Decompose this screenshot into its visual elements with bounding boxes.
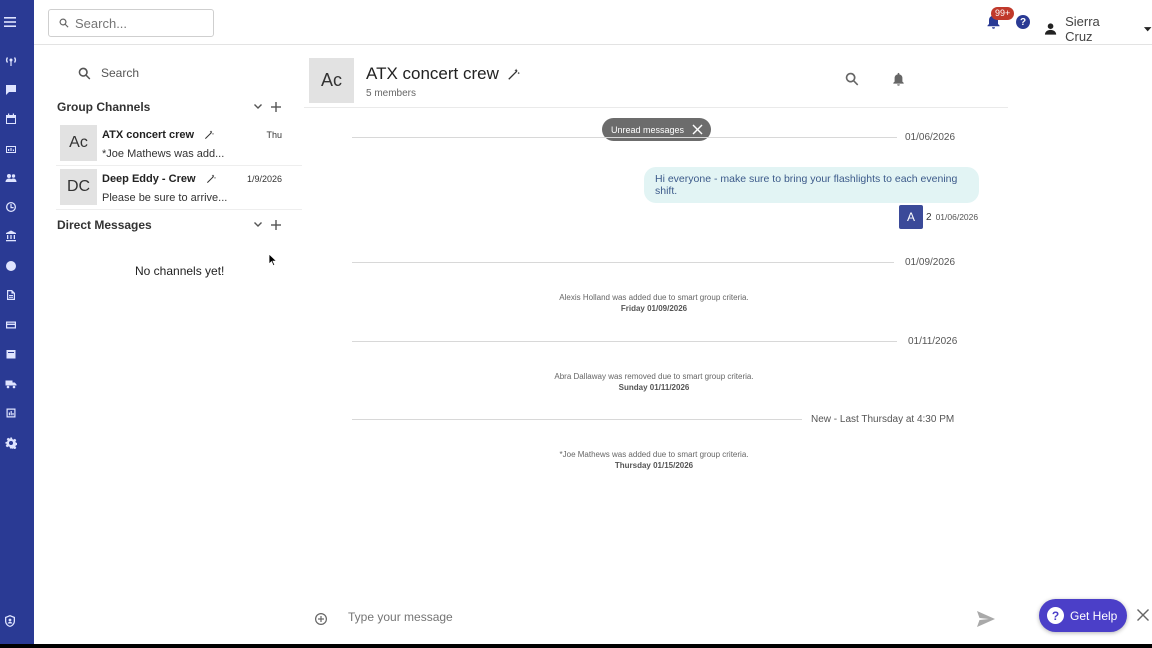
direct-messages-title: Direct Messages [57, 218, 152, 232]
divider [56, 209, 302, 210]
global-search-input[interactable] [75, 15, 195, 31]
truck-icon[interactable] [4, 377, 18, 391]
system-message: Abra Dallaway was removed due to smart g… [554, 372, 754, 392]
channel-avatar: Ac [60, 125, 97, 161]
divider [56, 165, 302, 166]
channel-avatar: Ac [309, 58, 354, 103]
channel-date: 1/9/2026 [246, 174, 282, 184]
message-date: 01/06/2026 [935, 212, 979, 222]
search-icon [78, 67, 91, 79]
close-icon [1137, 609, 1149, 621]
new-divider-line [352, 419, 802, 420]
message-composer [304, 602, 1004, 638]
date-divider-label: 01/09/2026 [905, 257, 956, 268]
people-icon[interactable] [4, 171, 18, 185]
broadcast-icon[interactable] [4, 54, 18, 68]
group-channels-title: Group Channels [57, 100, 151, 114]
user-menu[interactable]: Sierra Cruz [1044, 14, 1152, 44]
chat-icon[interactable] [4, 83, 18, 97]
clock-icon[interactable] [4, 200, 18, 214]
chat-search-button[interactable] [845, 72, 859, 91]
message-input[interactable] [348, 610, 908, 624]
date-divider-line [352, 137, 897, 138]
shield-icon[interactable] [3, 614, 17, 628]
unread-label: Unread messages [611, 124, 685, 135]
folder-icon[interactable] [4, 347, 18, 361]
bell-icon [893, 72, 904, 86]
help-button[interactable]: ? [1016, 15, 1030, 29]
nav-rail [0, 0, 34, 644]
get-help-label: Get Help [1070, 608, 1118, 623]
menu-icon[interactable] [3, 15, 17, 29]
get-help-button[interactable]: ? Get Help [1039, 599, 1127, 632]
mouse-cursor-icon [268, 253, 278, 272]
global-search-box[interactable] [48, 9, 214, 37]
help-icon: ? [1047, 607, 1064, 624]
date-divider-line [352, 262, 894, 263]
channel-item-deep-eddy-crew[interactable]: DC Deep Eddy - Crew 1/9/2026 Please be s… [56, 167, 306, 209]
calendar-icon[interactable] [4, 112, 18, 126]
channel-preview: Please be sure to arrive... [102, 192, 228, 204]
channel-preview: *Joe Mathews was add... [102, 148, 225, 160]
caret-down-icon [1143, 27, 1152, 32]
magic-wand-icon [205, 130, 215, 139]
send-button[interactable] [976, 610, 996, 633]
message-bubble: Hi everyone - make sure to bring your fl… [644, 167, 979, 203]
new-divider-label: New - Last Thursday at 4:30 PM [811, 414, 955, 425]
top-bar: 99+ ? Sierra Cruz [34, 0, 1152, 45]
chat-area: Ac ATX concert crew 5 members Unread mes… [304, 45, 1152, 644]
document-icon[interactable] [4, 288, 18, 302]
user-name: Sierra Cruz [1065, 14, 1100, 44]
add-circle-icon [315, 613, 327, 625]
channel-list-panel: Search Group Channels Ac ATX concert cre… [34, 45, 304, 644]
add-direct-message-icon[interactable] [270, 219, 282, 231]
chat-notifications-button[interactable] [892, 72, 905, 91]
notification-badge: 99+ [991, 7, 1015, 20]
channel-search[interactable]: Search [78, 66, 139, 80]
chevron-down-icon[interactable] [252, 219, 264, 231]
magic-wand-icon [206, 174, 216, 183]
send-icon [977, 611, 995, 627]
bank-icon[interactable] [4, 229, 18, 243]
empty-state-text: No channels yet! [135, 264, 225, 278]
app-window: 99+ ? Sierra Cruz Search Group Channels … [0, 0, 1152, 644]
channel-name: ATX concert crew [102, 129, 215, 141]
chevron-down-icon[interactable] [252, 101, 264, 113]
report-icon[interactable] [4, 406, 18, 420]
system-message: *Joe Mathews was added due to smart grou… [559, 450, 749, 470]
channel-item-atx-concert-crew[interactable]: Ac ATX concert crew Thu *Joe Mathews was… [56, 123, 306, 165]
chat-header: Ac ATX concert crew 5 members [304, 45, 1008, 108]
channel-search-label: Search [101, 66, 140, 80]
chat-title: ATX concert crew [366, 64, 520, 84]
pie-icon[interactable] [4, 259, 18, 273]
channel-date: Thu [266, 130, 282, 140]
sender-avatar[interactable]: A [899, 205, 923, 229]
date-divider-label: 01/06/2026 [905, 132, 956, 143]
date-divider-line [352, 341, 897, 342]
channel-avatar: DC [60, 169, 97, 205]
member-count: 5 members [366, 88, 417, 99]
add-channel-icon[interactable] [270, 101, 282, 113]
close-icon[interactable] [692, 124, 703, 135]
help-icon: ? [1019, 16, 1027, 28]
dashboard-icon[interactable] [4, 142, 18, 156]
read-count: 2 [926, 211, 932, 223]
attach-button[interactable] [314, 612, 328, 626]
magic-wand-icon [508, 68, 520, 80]
group-channels-header: Group Channels [57, 100, 282, 114]
close-help-button[interactable] [1136, 608, 1150, 627]
card-icon[interactable] [4, 318, 18, 332]
person-icon [1044, 23, 1057, 35]
direct-messages-header: Direct Messages [57, 218, 282, 232]
search-icon [845, 72, 859, 86]
search-icon [59, 18, 69, 28]
system-message: Alexis Holland was added due to smart gr… [559, 293, 749, 313]
message-meta: A 2 01/06/2026 [899, 205, 978, 229]
channel-name: Deep Eddy - Crew [102, 173, 216, 185]
gear-icon[interactable] [4, 436, 18, 450]
date-divider-label: 01/11/2026 [908, 336, 958, 347]
